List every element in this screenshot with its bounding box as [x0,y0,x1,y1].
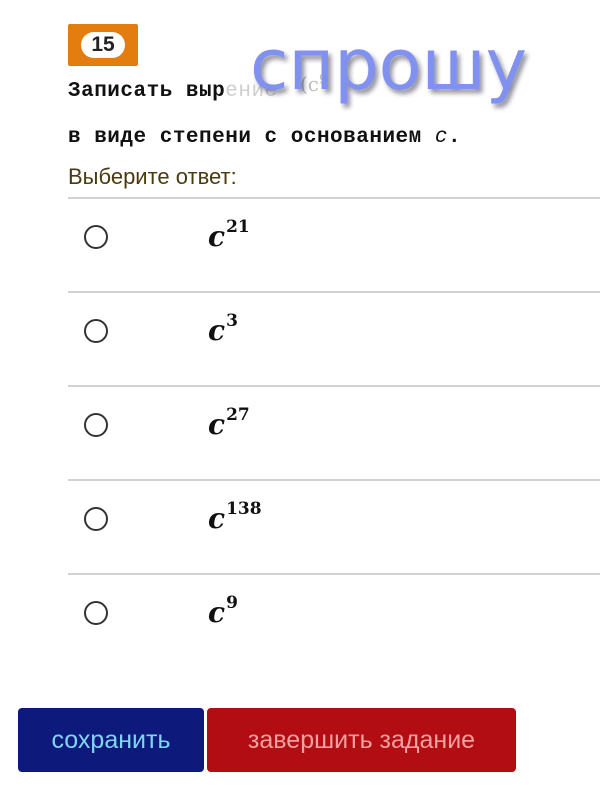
answer-option-exponent: 27 [226,405,250,425]
radio-button[interactable] [84,601,108,625]
finish-task-button[interactable]: завершить задание [207,708,516,772]
task-text-line-2: в виде степени с основанием c. [68,126,461,149]
watermark-logo: спрошу [250,24,527,106]
answer-option[interactable]: c9 [68,575,600,667]
save-button[interactable]: сохранить [18,708,204,772]
task-number: 15 [81,32,125,58]
task-text-line-2-prefix: в виде степени с основанием [68,126,435,149]
radio-button[interactable] [84,319,108,343]
answer-option-label: c138 [208,499,262,535]
answer-option-label: c27 [208,405,250,441]
task-text-line-1: Записать вырение [68,80,278,103]
answer-option-label: c21 [208,217,250,253]
answer-option-exponent: 21 [226,217,250,237]
answer-options: c21 c3 c27 c138 c9 [68,197,600,667]
answer-option-label: c9 [208,593,238,629]
radio-button[interactable] [84,225,108,249]
answer-option[interactable]: c138 [68,481,600,575]
task-number-badge: 15 [68,24,138,66]
answer-option[interactable]: c21 [68,199,600,293]
radio-button[interactable] [84,507,108,531]
answer-option[interactable]: c27 [68,387,600,481]
answer-option-exponent: 138 [226,499,262,519]
answer-option-exponent: 9 [226,593,238,613]
task-text-line-2-suffix: . [447,126,462,149]
task-text-start: Записать выр [68,80,226,103]
answer-prompt: Выберите ответ: [68,164,237,189]
radio-button[interactable] [84,413,108,437]
answer-option-exponent: 3 [226,311,238,331]
task-variable: c [434,126,448,149]
answer-option[interactable]: c3 [68,293,600,387]
answer-option-label: c3 [208,311,238,347]
